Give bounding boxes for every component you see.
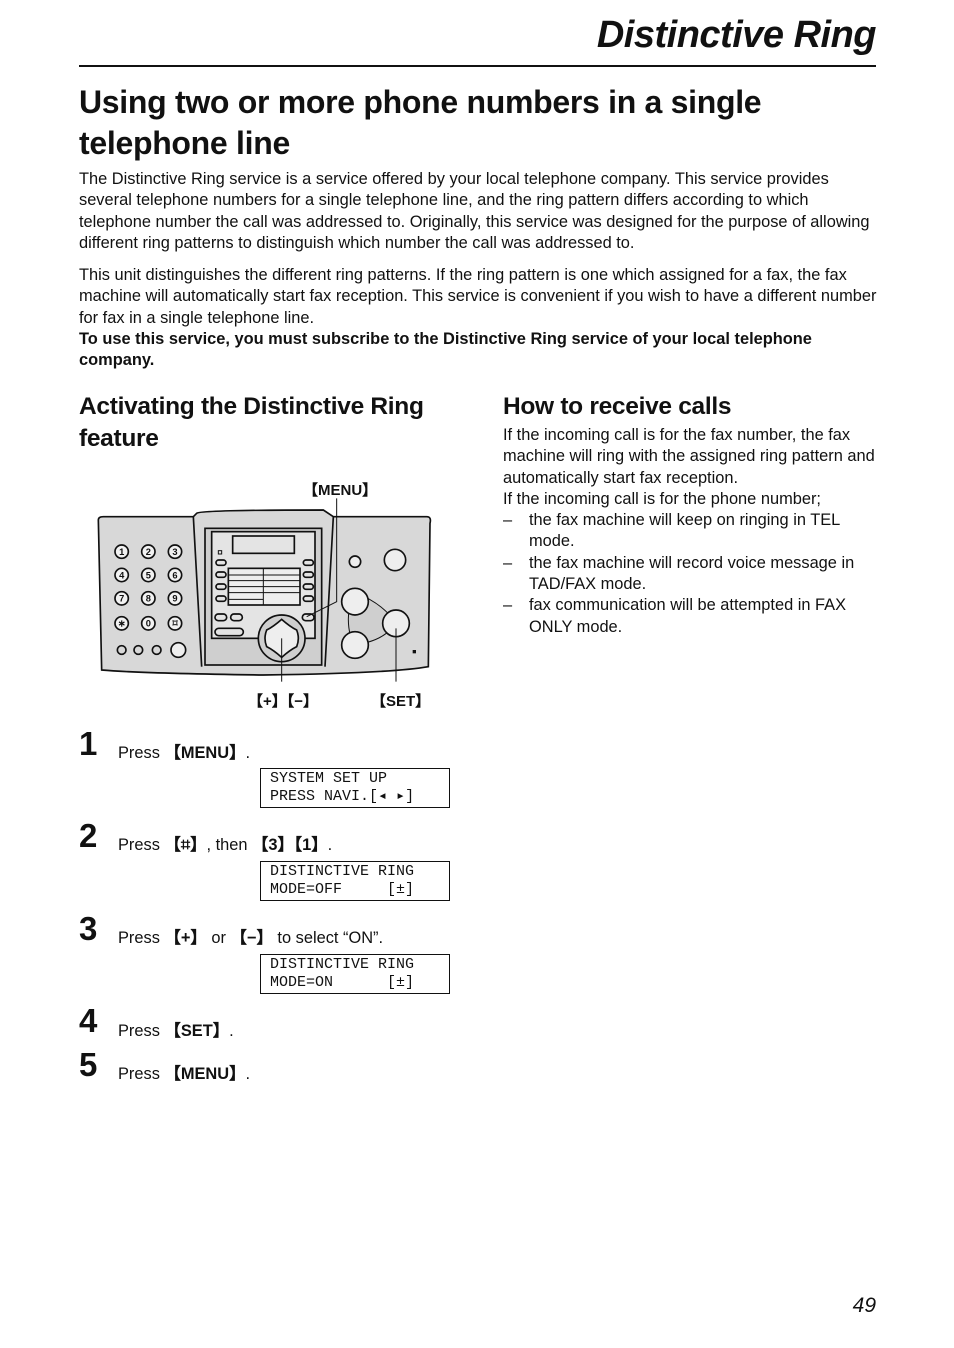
svg-text:5: 5 <box>146 570 151 580</box>
page-title: Using two or more phone numbers in a sin… <box>79 84 762 161</box>
step-number: 4 <box>79 1002 98 1039</box>
svg-text:3: 3 <box>172 547 177 557</box>
step-number: 2 <box>79 817 98 854</box>
subscription-note: To use this service, you must subscribe … <box>79 329 812 370</box>
list-item: – fax communication will be attempted in … <box>503 596 847 636</box>
step-5-text: Press 【MENU】. <box>118 1065 251 1083</box>
lcd-display: DISTINCTIVE RING MODE=ON [±] <box>260 954 450 994</box>
svg-text:∗: ∗ <box>118 619 126 629</box>
svg-text:0: 0 <box>146 619 151 629</box>
intro-paragraph-2-text: This unit distinguishes the different ri… <box>79 266 877 327</box>
section-title: Distinctive Ring <box>596 14 877 56</box>
page-number: 49 <box>852 1294 876 1317</box>
intro-paragraph-1: The Distinctive Ring service is a servic… <box>79 170 870 252</box>
header-rule <box>79 65 876 67</box>
plus-minus-label: 【+】【−】 <box>248 693 319 710</box>
receive-calls-body: If the incoming call is for the fax numb… <box>503 425 878 638</box>
step-4-text: Press 【SET】. <box>118 1022 234 1040</box>
activating-heading: Activating the Distinctive Ring feature <box>79 393 424 452</box>
set-label: 【SET】 <box>371 693 431 710</box>
lcd-display: DISTINCTIVE RING MODE=OFF [±] <box>260 861 450 901</box>
list-item: – the fax machine will keep on ringing in… <box>503 511 840 551</box>
intro-paragraph-2: This unit distinguishes the different ri… <box>79 265 879 371</box>
receive-paragraph-1: If the incoming call is for the fax numb… <box>503 426 875 487</box>
svg-text:8: 8 <box>146 594 151 604</box>
svg-text:⌑: ⌑ <box>172 619 178 629</box>
svg-text:2: 2 <box>146 547 151 557</box>
receive-paragraph-2: If the incoming call is for the phone nu… <box>503 489 821 508</box>
svg-text:9: 9 <box>172 594 177 604</box>
step-number: 5 <box>79 1046 98 1083</box>
svg-text:4: 4 <box>119 570 125 580</box>
svg-text:6: 6 <box>172 570 177 580</box>
list-item: – the fax machine will record voice messa… <box>503 553 855 594</box>
step-2-text: Press 【⌗】, then 【3】【1】. <box>118 836 333 854</box>
step-3-text: Press 【+】 or 【−】 to select “ON”. <box>118 929 384 947</box>
svg-text:1: 1 <box>119 547 124 557</box>
step-1-text: Press 【MENU】. <box>118 744 251 762</box>
receive-calls-heading: How to receive calls <box>503 393 732 420</box>
lcd-display: SYSTEM SET UP PRESS NAVI.[◂ ▸] <box>260 768 450 808</box>
menu-label: 【MENU】 <box>303 482 378 499</box>
step-number: 3 <box>79 910 98 947</box>
mode-list: – the fax machine will keep on ringing in… <box>503 510 878 638</box>
svg-text:7: 7 <box>119 594 124 604</box>
fax-control-panel-diagram: 1 2 3 4 5 6 7 8 9 ∗ 0 ⌑ <box>97 498 432 682</box>
step-number: 1 <box>79 725 98 762</box>
